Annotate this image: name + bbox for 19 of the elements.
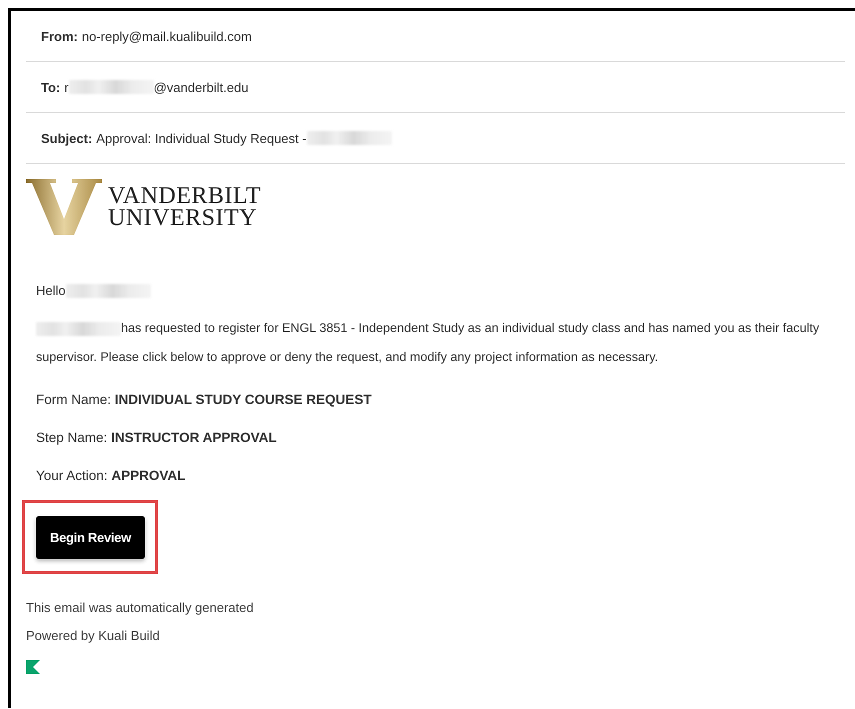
logo-text: VANDERBILT [108, 185, 262, 207]
text: @vanderbilt.edu [154, 80, 248, 94]
header-label: From: [41, 28, 78, 44]
text: Hello [36, 283, 66, 298]
text: no-reply@mail.kualibuild.com [82, 28, 252, 44]
detail-line: Form Name: INDIVIDUAL STUDY COURSE REQUEST [36, 391, 373, 409]
footer-text: This email was automatically generated [26, 600, 255, 615]
header-label: To: [41, 80, 60, 94]
v-logo-icon [26, 179, 102, 235]
footer-text: Powered by Kuali Build [26, 628, 161, 643]
detail-line: Step Name: INSTRUCTOR APPROVAL [36, 429, 278, 447]
detail-line: Your Action: APPROVAL [36, 467, 186, 485]
k-logo-icon [26, 660, 40, 674]
begin-review-button[interactable]: Begin Review [36, 516, 145, 558]
message-paragraph: has requested to register for ENGL 3851 - Independent Study as an individual study class and has named you as their faculty supervisor. Please click below to approve or deny the request, and modify any project information as necessary. [36, 320, 820, 366]
text: r [64, 80, 69, 94]
text: Approval: Individual Study Request - [96, 130, 307, 146]
logo-text: UNIVERSITY [108, 207, 258, 229]
header-label: Subject: [41, 130, 92, 146]
